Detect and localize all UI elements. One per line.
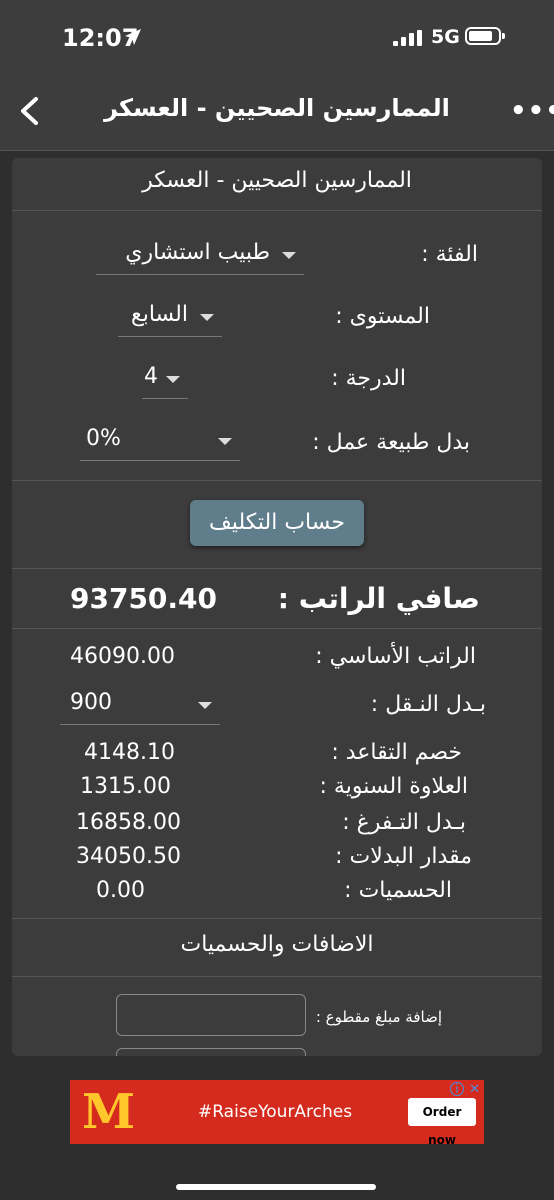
work-allowance-value: 0% xyxy=(86,426,121,451)
battery-icon xyxy=(465,27,505,45)
mcdonalds-logo-icon: M xyxy=(82,1084,136,1140)
full-time-allowance-label: بـدل التـفرغ : xyxy=(342,810,466,835)
dropdown-caret-icon xyxy=(200,314,214,321)
work-allowance-label: بدل طبيعة عمل : xyxy=(312,430,470,455)
second-amount-input[interactable] xyxy=(116,1048,306,1056)
status-bar: 12:07 5G xyxy=(0,0,554,72)
nav-bar: الممارسين الصحيين - العسكر ••• xyxy=(0,72,554,151)
divider xyxy=(12,210,542,211)
grade-select[interactable]: 4 xyxy=(142,360,188,399)
divider xyxy=(12,480,542,481)
location-arrow-icon xyxy=(125,29,141,45)
calculate-button[interactable]: حساب التكليف xyxy=(190,500,364,546)
lump-sum-input[interactable] xyxy=(116,994,306,1036)
signal-icon xyxy=(393,30,422,46)
retirement-deduction-value: 4148.10 xyxy=(84,740,175,765)
order-now-button[interactable]: Order now xyxy=(408,1098,476,1147)
work-allowance-select[interactable]: 0% xyxy=(80,422,240,461)
page-title: الممارسين الصحيين - العسكر xyxy=(104,94,450,122)
annual-increment-value: 1315.00 xyxy=(80,774,171,799)
transport-allowance-value: 900 xyxy=(70,690,112,715)
divider xyxy=(12,918,542,919)
ad-close-icon[interactable]: ✕ xyxy=(469,1082,480,1097)
ad-text: #RaiseYourArches xyxy=(198,1102,353,1122)
level-label: المستوى : xyxy=(335,304,430,329)
more-options-icon[interactable]: ••• xyxy=(510,98,554,124)
total-allowances-value: 34050.50 xyxy=(76,844,181,869)
grade-value: 4 xyxy=(144,364,158,389)
divider xyxy=(12,628,542,629)
annual-increment-label: العلاوة السنوية : xyxy=(319,774,468,799)
transport-allowance-label: بـدل النـقل : xyxy=(370,692,486,717)
transport-allowance-select[interactable]: 900 xyxy=(60,686,220,725)
ad-banner[interactable]: M #RaiseYourArches Order now i ✕ xyxy=(70,1080,484,1147)
dropdown-caret-icon xyxy=(218,438,232,445)
full-time-allowance-value: 16858.00 xyxy=(76,810,181,835)
additions-section-title: الاضافات والحسميات xyxy=(180,932,374,957)
divider xyxy=(12,568,542,569)
net-salary-label: صافي الراتب : xyxy=(277,582,480,615)
retirement-deduction-label: خصم التقاعد : xyxy=(331,740,462,765)
total-allowances-label: مقدار البدلات : xyxy=(335,844,472,869)
grade-label: الدرجة : xyxy=(331,366,406,391)
level-select[interactable]: السابع xyxy=(118,298,222,337)
deductions-value: 0.00 xyxy=(96,878,145,903)
net-salary-value: 93750.40 xyxy=(70,582,218,615)
deductions-label: الحسميات : xyxy=(344,878,452,903)
category-label: الفئة : xyxy=(421,242,478,267)
basic-salary-value: 46090.00 xyxy=(70,644,175,669)
level-value: السابع xyxy=(131,302,188,327)
dropdown-caret-icon xyxy=(282,252,296,259)
network-type: 5G xyxy=(431,26,460,48)
dropdown-caret-icon xyxy=(166,376,180,383)
basic-salary-label: الراتب الأساسي : xyxy=(315,644,476,669)
card-title: الممارسين الصحيين - العسكر xyxy=(142,168,412,193)
dropdown-caret-icon xyxy=(198,702,212,709)
calculator-card: الممارسين الصحيين - العسكر الفئة : طبيب … xyxy=(12,158,542,1056)
home-indicator xyxy=(176,1184,376,1190)
category-select[interactable]: طبيب استشاري xyxy=(96,236,304,275)
divider xyxy=(12,976,542,977)
category-value: طبيب استشاري xyxy=(125,240,270,265)
ad-info-icon[interactable]: i xyxy=(450,1082,464,1096)
lump-sum-label: إضافة مبلغ مقطوع : xyxy=(315,1008,442,1026)
